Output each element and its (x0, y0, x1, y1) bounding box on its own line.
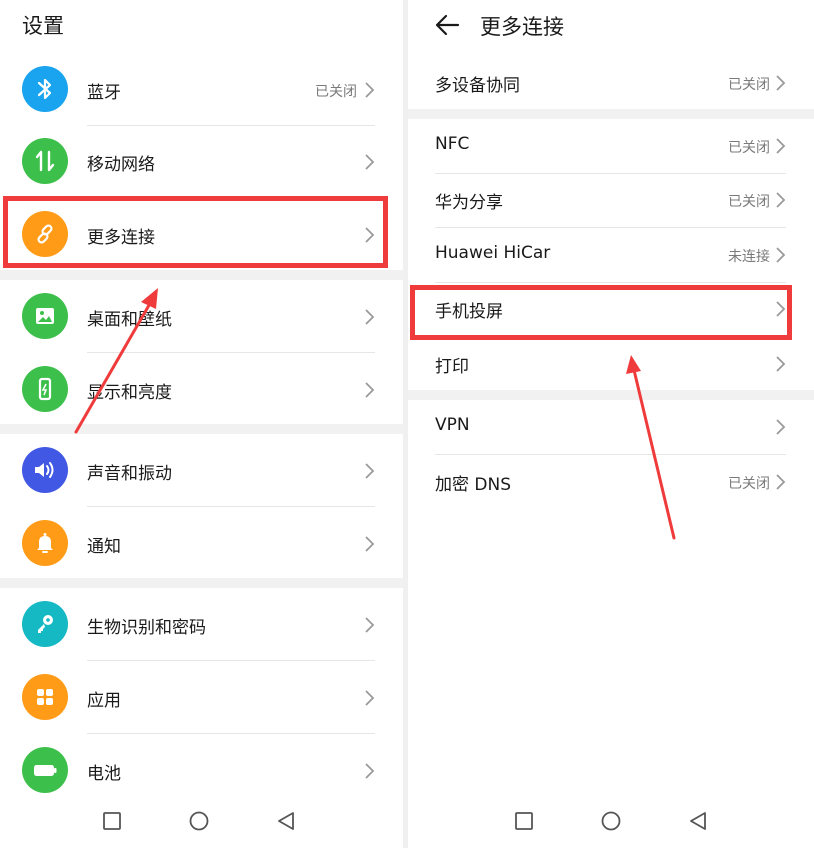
item-label: VPN (435, 415, 470, 435)
item-label: 打印 (435, 357, 469, 377)
chevron-right-icon (365, 463, 375, 479)
wallpaper-icon (22, 293, 68, 339)
sound-icon (22, 447, 68, 493)
system-navigation-bar (0, 798, 403, 848)
settings-item-label: 通知 (87, 537, 121, 557)
item-label: 多设备协同 (435, 76, 520, 96)
settings-item-label: 桌面和壁纸 (87, 310, 172, 330)
settings-item-mobile-network[interactable]: 移动网络 (0, 136, 403, 188)
chevron-right-icon (776, 474, 786, 490)
settings-item-bluetooth[interactable]: 蓝牙 已关闭 (0, 64, 403, 116)
item-multi-device-collab[interactable]: 多设备协同 已关闭 (408, 57, 814, 109)
section-separator (408, 390, 814, 400)
chevron-right-icon (365, 82, 375, 98)
divider (87, 125, 375, 126)
chevron-right-icon (776, 356, 786, 372)
settings-item-display[interactable]: 显示和亮度 (0, 364, 403, 416)
item-label: Huawei HiCar (435, 243, 551, 263)
item-huawei-share[interactable]: 华为分享 已关闭 (408, 174, 814, 226)
section-separator (0, 578, 403, 588)
chevron-right-icon (365, 154, 375, 170)
item-nfc[interactable]: NFC 已关闭 (408, 120, 814, 172)
battery-icon (22, 747, 68, 793)
settings-item-apps[interactable]: 应用 (0, 672, 403, 724)
highlight-box (410, 285, 792, 340)
back-nav-button[interactable] (687, 810, 709, 832)
section-separator (408, 109, 814, 119)
back-nav-button[interactable] (275, 810, 297, 832)
settings-item-sound[interactable]: 声音和振动 (0, 445, 403, 497)
chevron-right-icon (365, 309, 375, 325)
highlight-box (3, 196, 388, 268)
settings-screen: 设置 蓝牙 已关闭 移动网络 更多连接 桌面和壁纸 显示和亮度 声音和振动 通知… (0, 0, 403, 848)
item-vpn[interactable]: VPN (408, 401, 814, 453)
settings-item-wallpaper[interactable]: 桌面和壁纸 (0, 291, 403, 343)
item-label: NFC (435, 134, 470, 154)
chevron-right-icon (776, 247, 786, 263)
chevron-right-icon (365, 690, 375, 706)
back-arrow-icon[interactable] (434, 12, 460, 38)
more-connections-screen: 更多连接 多设备协同 已关闭 NFC 已关闭 华为分享 已关闭 Huawei H… (408, 0, 814, 848)
recents-button[interactable] (513, 810, 535, 832)
divider (435, 227, 786, 228)
settings-item-biometrics[interactable]: 生物识别和密码 (0, 599, 403, 651)
item-huawei-hicar[interactable]: Huawei HiCar 未连接 (408, 229, 814, 281)
chevron-right-icon (365, 536, 375, 552)
settings-item-label: 蓝牙 (87, 83, 121, 103)
status-value: 未连接 (728, 249, 770, 265)
home-button[interactable] (600, 810, 622, 832)
status-value: 已关闭 (728, 194, 770, 210)
mobile-data-icon (22, 138, 68, 184)
chevron-right-icon (365, 763, 375, 779)
display-icon (22, 366, 68, 412)
settings-item-notifications[interactable]: 通知 (0, 518, 403, 570)
divider (87, 352, 375, 353)
settings-item-label: 移动网络 (87, 155, 155, 175)
status-value: 已关闭 (728, 476, 770, 492)
settings-item-battery[interactable]: 电池 (0, 745, 403, 797)
apps-icon (22, 674, 68, 720)
item-print[interactable]: 打印 (408, 338, 814, 390)
settings-item-label: 电池 (87, 764, 121, 784)
status-value: 已关闭 (315, 84, 357, 100)
chevron-right-icon (776, 419, 786, 435)
home-button[interactable] (188, 810, 210, 832)
bluetooth-icon (22, 66, 68, 112)
chevron-right-icon (776, 192, 786, 208)
chevron-right-icon (365, 382, 375, 398)
settings-item-label: 生物识别和密码 (87, 618, 206, 638)
system-navigation-bar (408, 798, 814, 848)
item-label: 加密 DNS (435, 475, 512, 495)
status-value: 已关闭 (728, 140, 770, 156)
settings-item-label: 显示和亮度 (87, 383, 172, 403)
settings-item-label: 声音和振动 (87, 464, 172, 484)
divider (87, 733, 375, 734)
chevron-right-icon (776, 75, 786, 91)
recents-button[interactable] (101, 810, 123, 832)
key-icon (22, 601, 68, 647)
page-title: 更多连接 (480, 15, 564, 39)
item-encrypted-dns[interactable]: 加密 DNS 已关闭 (408, 456, 814, 508)
section-separator (0, 270, 403, 280)
chevron-right-icon (776, 138, 786, 154)
status-value: 已关闭 (728, 77, 770, 93)
item-label: 华为分享 (435, 193, 503, 213)
divider (87, 506, 375, 507)
divider (435, 454, 786, 455)
divider (87, 660, 375, 661)
settings-item-label: 应用 (87, 691, 121, 711)
chevron-right-icon (365, 617, 375, 633)
page-title: 设置 (22, 14, 64, 38)
bell-icon (22, 520, 68, 566)
section-separator (0, 424, 403, 434)
